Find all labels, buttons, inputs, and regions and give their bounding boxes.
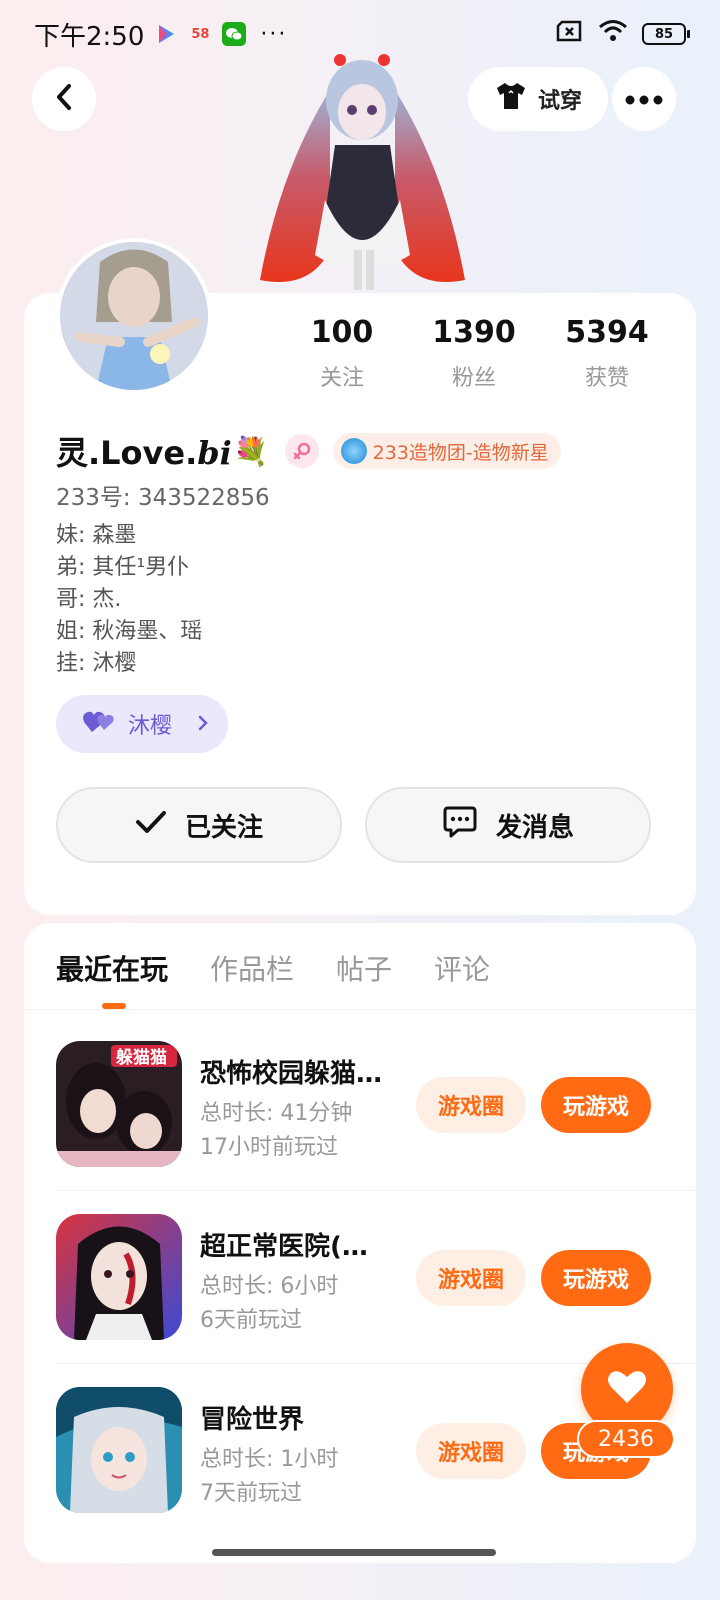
game-title: 冒险世界 xyxy=(200,1405,305,1435)
stat-following[interactable]: 100 关注 xyxy=(272,315,412,392)
stat-label: 关注 xyxy=(319,366,364,391)
more-dots-icon xyxy=(625,90,663,109)
check-icon xyxy=(135,810,167,841)
try-on-label: 试穿 xyxy=(537,89,582,114)
game-circle-button[interactable]: 游戏圈 xyxy=(416,1423,526,1479)
hearts-icon xyxy=(82,708,116,740)
stat-value: 1390 xyxy=(432,315,516,350)
cp-relation-tag[interactable]: 沐樱 xyxy=(56,695,228,753)
user-id: 233号: 343522856 xyxy=(56,485,270,511)
status-time: 下午2:50 xyxy=(34,21,145,52)
avatar-3d-figure[interactable] xyxy=(250,50,475,295)
stat-likes[interactable]: 5394 获赞 xyxy=(537,315,677,392)
game-title: 恐怖校园躲猫… xyxy=(200,1059,383,1089)
cp-name: 沐樱 xyxy=(128,714,173,739)
wechat-icon xyxy=(222,22,247,46)
name-row: 灵.Love.bi 💐 233造物团-造物新星 xyxy=(56,428,561,474)
bouquet-icon: 💐 xyxy=(233,434,269,468)
play-store-icon xyxy=(154,22,178,46)
tab-posts[interactable]: 帖子 xyxy=(336,948,392,988)
bio-line: 哥: 杰. xyxy=(56,587,122,612)
try-on-button[interactable]: 试穿 xyxy=(468,67,608,131)
tshirt-icon xyxy=(494,81,528,117)
bio-line: 妹: 森墨 xyxy=(56,523,137,548)
app-58-icon: 58 xyxy=(191,26,210,42)
username: 灵.Love.bi xyxy=(56,428,232,474)
bio-line: 弟: 其任¹男仆 xyxy=(56,555,190,580)
stat-value: 5394 xyxy=(565,315,649,350)
bio-line: 姐: 秋海墨、瑶 xyxy=(56,619,203,644)
game-icon-badge: 躲猫猫 xyxy=(116,1048,167,1068)
follow-label: 已关注 xyxy=(184,812,263,843)
game-icon-adventure-world[interactable] xyxy=(56,1387,182,1513)
bio: 妹: 森墨 弟: 其任¹男仆 哥: 杰. 姐: 秋海墨、瑶 挂: 沐樱 xyxy=(56,520,202,680)
stat-label: 获赞 xyxy=(584,366,629,391)
play-game-button[interactable]: 玩游戏 xyxy=(541,1250,651,1306)
female-icon xyxy=(284,434,319,468)
tab-comments[interactable]: 评论 xyxy=(434,948,490,988)
chevron-right-icon xyxy=(198,712,208,737)
username-italic: bi xyxy=(197,434,232,472)
username-text: 灵.Love. xyxy=(56,434,198,472)
more-options-button[interactable] xyxy=(612,67,676,131)
home-indicator[interactable] xyxy=(212,1549,496,1556)
game-last-played: 7天前玩过 xyxy=(200,1481,302,1506)
back-button[interactable] xyxy=(32,67,96,131)
game-icon-hospital[interactable] xyxy=(56,1214,182,1340)
follow-button[interactable]: 已关注 xyxy=(56,787,342,863)
notification-more: ··· xyxy=(260,21,288,47)
game-row[interactable]: 超正常医院(… 总时长: 6小时 6天前玩过 游戏圈 玩游戏 xyxy=(56,1214,676,1342)
game-row[interactable]: 躲猫猫 恐怖校园躲猫… 总时长: 41分钟 17小时前玩过 游戏圈 玩游戏 xyxy=(56,1041,676,1169)
wifi-icon xyxy=(598,19,628,50)
game-circle-button[interactable]: 游戏圈 xyxy=(416,1077,526,1133)
game-duration: 总时长: 1小时 xyxy=(200,1447,339,1472)
play-game-button[interactable]: 玩游戏 xyxy=(541,1077,651,1133)
message-label: 发消息 xyxy=(495,812,574,843)
stat-label: 粉丝 xyxy=(451,366,496,391)
chat-bubble-icon xyxy=(442,805,478,846)
avatar[interactable] xyxy=(56,238,212,394)
game-duration: 总时长: 6小时 xyxy=(200,1274,339,1299)
bio-line: 挂: 沐樱 xyxy=(56,651,137,676)
creator-badge[interactable]: 233造物团-造物新星 xyxy=(332,433,561,469)
message-button[interactable]: 发消息 xyxy=(365,787,651,863)
chevron-left-icon xyxy=(54,83,74,115)
badge-star-icon xyxy=(340,438,367,464)
divider xyxy=(24,1009,696,1010)
stat-followers[interactable]: 1390 粉丝 xyxy=(404,315,544,392)
heart-icon xyxy=(607,1369,647,1409)
game-duration: 总时长: 41分钟 xyxy=(200,1101,353,1126)
game-circle-button[interactable]: 游戏圈 xyxy=(416,1250,526,1306)
divider xyxy=(56,1190,696,1191)
battery-icon: 85 xyxy=(642,23,690,45)
badge-label: 233造物团-造物新星 xyxy=(372,441,549,464)
stat-value: 100 xyxy=(310,315,374,350)
profile-tabs: 最近在玩 作品栏 帖子 评论 xyxy=(56,948,490,988)
game-title: 超正常医院(… xyxy=(200,1232,368,1262)
game-last-played: 6天前玩过 xyxy=(200,1308,302,1333)
tab-recently-played[interactable]: 最近在玩 xyxy=(56,948,168,988)
like-count: 2436 xyxy=(577,1420,675,1458)
game-last-played: 17小时前玩过 xyxy=(200,1135,338,1160)
tab-works[interactable]: 作品栏 xyxy=(210,948,294,988)
sim-off-icon xyxy=(556,19,584,49)
